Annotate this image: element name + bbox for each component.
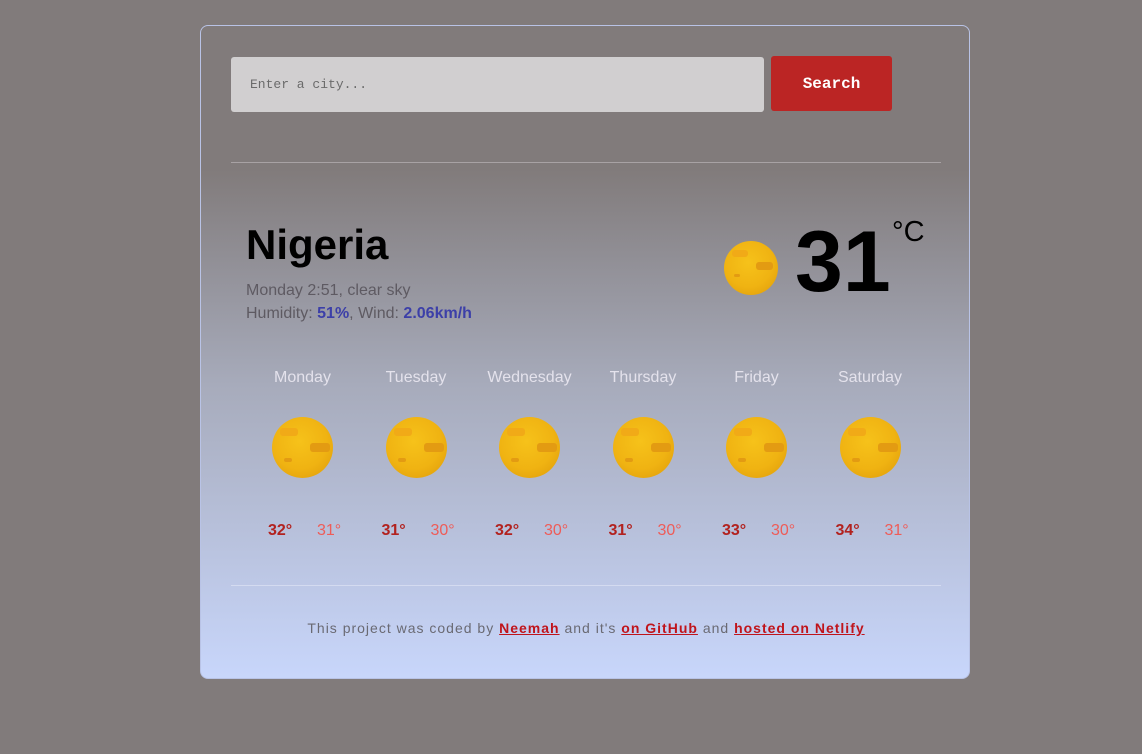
wind-label: Wind:: [358, 305, 399, 322]
sun-icon: [839, 417, 901, 478]
forecast-min-temp: 31°: [317, 522, 342, 539]
bottom-divider: [231, 585, 941, 586]
current-temperature: 31: [795, 214, 891, 310]
forecast-max-temp: 31°: [381, 522, 406, 539]
forecast-max-temp: 31°: [608, 522, 633, 539]
forecast-max-temp: 32°: [268, 522, 293, 539]
forecast-min-temp: 30°: [544, 522, 569, 539]
search-input[interactable]: [231, 57, 764, 112]
sun-icon: [499, 417, 560, 478]
humidity-wind-line: Humidity: 51%, Wind: 2.06km/h: [246, 305, 472, 322]
footer-text: and: [697, 620, 735, 636]
weather-description: clear sky: [347, 282, 411, 299]
forecast-max-temp: 32°: [495, 522, 520, 539]
forecast-max-temp: 33°: [722, 522, 747, 539]
footer: This project was coded by Neemah and it'…: [201, 620, 971, 636]
sun-icon: [726, 417, 787, 478]
sun-icon: [612, 417, 674, 478]
sun-icon: [385, 417, 447, 478]
forecast-day-name: Wednesday: [487, 369, 572, 386]
temperature-unit: °C: [892, 216, 925, 248]
weather-card: Search Nigeria Monday 2:51, clear sky Hu…: [200, 25, 970, 679]
humidity-value: 51%: [317, 305, 350, 322]
humidity-label: Humidity:: [246, 305, 313, 322]
top-divider: [231, 162, 941, 163]
github-link[interactable]: on GitHub: [621, 620, 698, 636]
forecast-min-temp: 30°: [657, 522, 682, 539]
city-name: Nigeria: [246, 221, 389, 268]
forecast-day-name: Tuesday: [385, 369, 447, 386]
sun-icon: [724, 241, 778, 295]
author-link[interactable]: Neemah: [499, 620, 559, 636]
forecast-min-temp: 30°: [771, 522, 796, 539]
day-time: Monday 2:51: [246, 282, 339, 299]
forecast-max-temp: 34°: [835, 522, 860, 539]
footer-text: and it's: [559, 620, 622, 636]
forecast-day-name: Friday: [734, 369, 779, 386]
forecast-day-name: Thursday: [609, 369, 677, 386]
forecast-min-temp: 31°: [884, 522, 909, 539]
netlify-link[interactable]: hosted on Netlify: [734, 620, 865, 636]
footer-text: This project was coded by: [307, 620, 500, 636]
wind-value: 2.06km/h: [403, 305, 472, 322]
forecast-day-name: Saturday: [837, 369, 903, 386]
sun-icon: [272, 417, 333, 478]
search-button[interactable]: Search: [771, 56, 892, 111]
forecast-min-temp: 30°: [430, 522, 455, 539]
forecast-day-name: Monday: [274, 369, 331, 386]
date-description-line: Monday 2:51, clear sky: [246, 282, 411, 299]
weather-details: Monday 2:51, clear sky Humidity: 51%, Wi…: [246, 279, 472, 325]
